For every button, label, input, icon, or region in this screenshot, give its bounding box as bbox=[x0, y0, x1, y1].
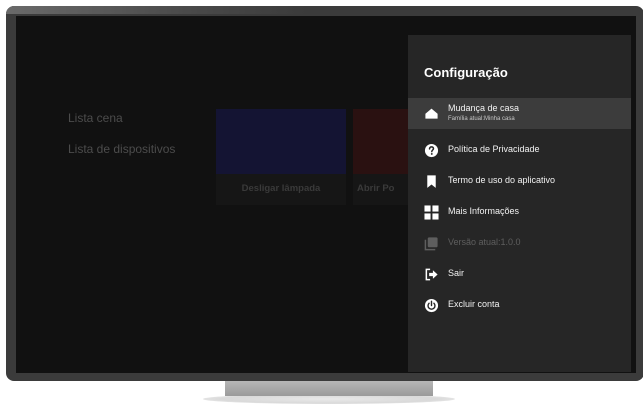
menu-item-change-home[interactable]: Mudança de casa Família atual:Minha casa bbox=[408, 98, 631, 129]
tv-mockup: Lista cena Lista de dispositivos Desliga… bbox=[0, 0, 643, 404]
copy-icon bbox=[424, 236, 439, 251]
menu-item-delete-account[interactable]: Excluir conta bbox=[408, 290, 631, 321]
menu-item-label: Sair bbox=[448, 268, 465, 278]
menu-item-privacy-policy[interactable]: Política de Privacidade bbox=[408, 135, 631, 166]
bg-card-label: Desligar lâmpada bbox=[216, 174, 346, 205]
bg-card-swatch bbox=[353, 109, 408, 174]
menu-item-sublabel: Família atual:Minha casa bbox=[448, 116, 515, 122]
bg-card-open[interactable]: Abrir Po bbox=[353, 109, 408, 205]
menu-item-label: Termo de uso do aplicativo bbox=[448, 175, 556, 185]
tv-bezel: Lista cena Lista de dispositivos Desliga… bbox=[6, 6, 643, 381]
menu-item-label: Mais Informações bbox=[448, 206, 520, 216]
help-circle-icon bbox=[424, 143, 439, 158]
grid-icon bbox=[424, 205, 439, 220]
menu-item-terms-of-use[interactable]: Termo de uso do aplicativo bbox=[408, 166, 631, 197]
settings-title: Configuração bbox=[424, 65, 508, 80]
menu-item-label: Excluir conta bbox=[448, 299, 500, 309]
bg-card-turn-off-lamp[interactable]: Desligar lâmpada bbox=[216, 109, 346, 205]
settings-panel: Configuração Mudança de casa Família atu… bbox=[408, 35, 631, 372]
bg-menu-scene-list[interactable]: Lista cena bbox=[68, 111, 123, 125]
bg-card-label: Abrir Po bbox=[353, 174, 408, 205]
menu-item-label: Mudança de casa bbox=[448, 103, 520, 113]
bg-card-swatch bbox=[216, 109, 346, 174]
menu-item-more-info[interactable]: Mais Informações bbox=[408, 197, 631, 228]
logout-icon bbox=[424, 267, 439, 282]
menu-item-logout[interactable]: Sair bbox=[408, 259, 631, 290]
bg-menu-device-list[interactable]: Lista de dispositivos bbox=[68, 142, 175, 156]
menu-item-label: Versão atual:1.0.0 bbox=[448, 237, 521, 247]
home-icon bbox=[424, 106, 439, 121]
bookmark-icon bbox=[424, 174, 439, 189]
menu-item-label: Política de Privacidade bbox=[448, 144, 540, 154]
power-icon bbox=[424, 298, 439, 313]
tv-screen: Lista cena Lista de dispositivos Desliga… bbox=[16, 16, 636, 373]
menu-item-app-version: Versão atual:1.0.0 bbox=[408, 228, 631, 259]
